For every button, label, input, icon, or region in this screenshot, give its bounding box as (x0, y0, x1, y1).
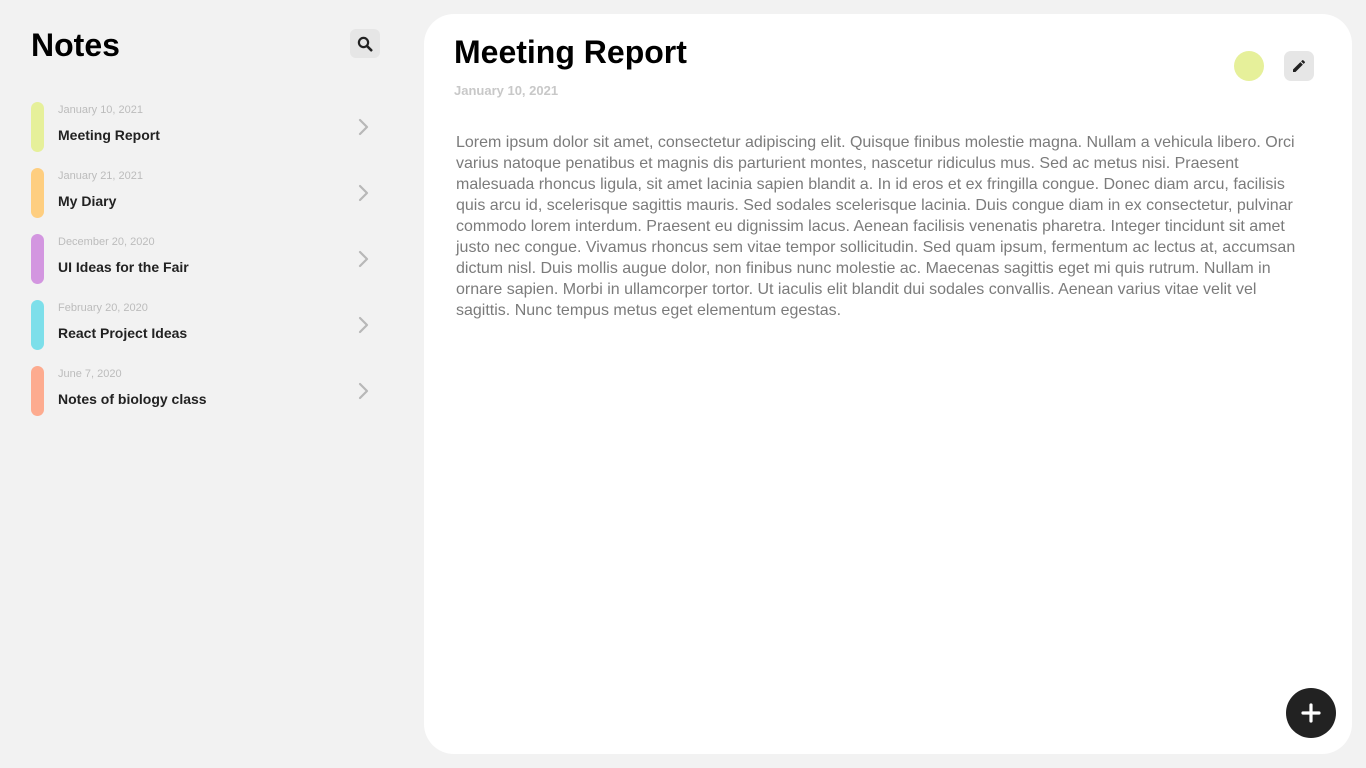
note-heading-date: January 10, 2021 (454, 83, 559, 98)
note-color-picker[interactable] (1234, 51, 1264, 81)
sidebar: Notes January 10, 2021 Meeting Report Ja… (0, 0, 410, 768)
chevron-right-icon (358, 382, 369, 400)
chevron-right-icon (358, 316, 369, 334)
note-title: React Project Ideas (58, 325, 188, 341)
note-date: February 20, 2020 (58, 302, 148, 314)
note-date: January 21, 2021 (58, 170, 144, 182)
note-color-bar (31, 168, 44, 218)
edit-button[interactable] (1284, 51, 1314, 81)
note-body[interactable]: Lorem ipsum dolor sit amet, consectetur … (456, 132, 1314, 321)
add-note-button[interactable] (1286, 688, 1336, 738)
note-item-meeting-report[interactable]: January 10, 2021 Meeting Report (31, 102, 381, 152)
note-title: UI Ideas for the Fair (58, 259, 189, 275)
note-color-bar (31, 366, 44, 416)
note-heading: Meeting Report (454, 34, 687, 70)
chevron-right-icon (358, 250, 369, 268)
note-date: January 10, 2021 (58, 104, 144, 116)
note-date: December 20, 2020 (58, 236, 155, 248)
note-list: January 10, 2021 Meeting Report January … (31, 102, 381, 432)
chevron-right-icon (358, 184, 369, 202)
note-title: Notes of biology class (58, 391, 207, 407)
chevron-right-icon (358, 118, 369, 136)
search-button[interactable] (350, 29, 380, 58)
plus-icon (1301, 703, 1321, 723)
note-item-my-diary[interactable]: January 21, 2021 My Diary (31, 168, 381, 218)
note-item-biology-class[interactable]: June 7, 2020 Notes of biology class (31, 366, 381, 416)
note-date: June 7, 2020 (58, 368, 122, 380)
pencil-icon (1293, 59, 1306, 72)
note-editor-panel: Meeting Report January 10, 2021 Lorem ip… (424, 14, 1352, 754)
sidebar-title: Notes (31, 27, 120, 63)
note-item-react-project-ideas[interactable]: February 20, 2020 React Project Ideas (31, 300, 381, 350)
note-title: Meeting Report (58, 127, 160, 143)
note-color-bar (31, 102, 44, 152)
note-color-bar (31, 234, 44, 284)
note-title: My Diary (58, 193, 117, 209)
search-icon (357, 36, 373, 51)
note-item-ui-ideas[interactable]: December 20, 2020 UI Ideas for the Fair (31, 234, 381, 284)
note-color-bar (31, 300, 44, 350)
